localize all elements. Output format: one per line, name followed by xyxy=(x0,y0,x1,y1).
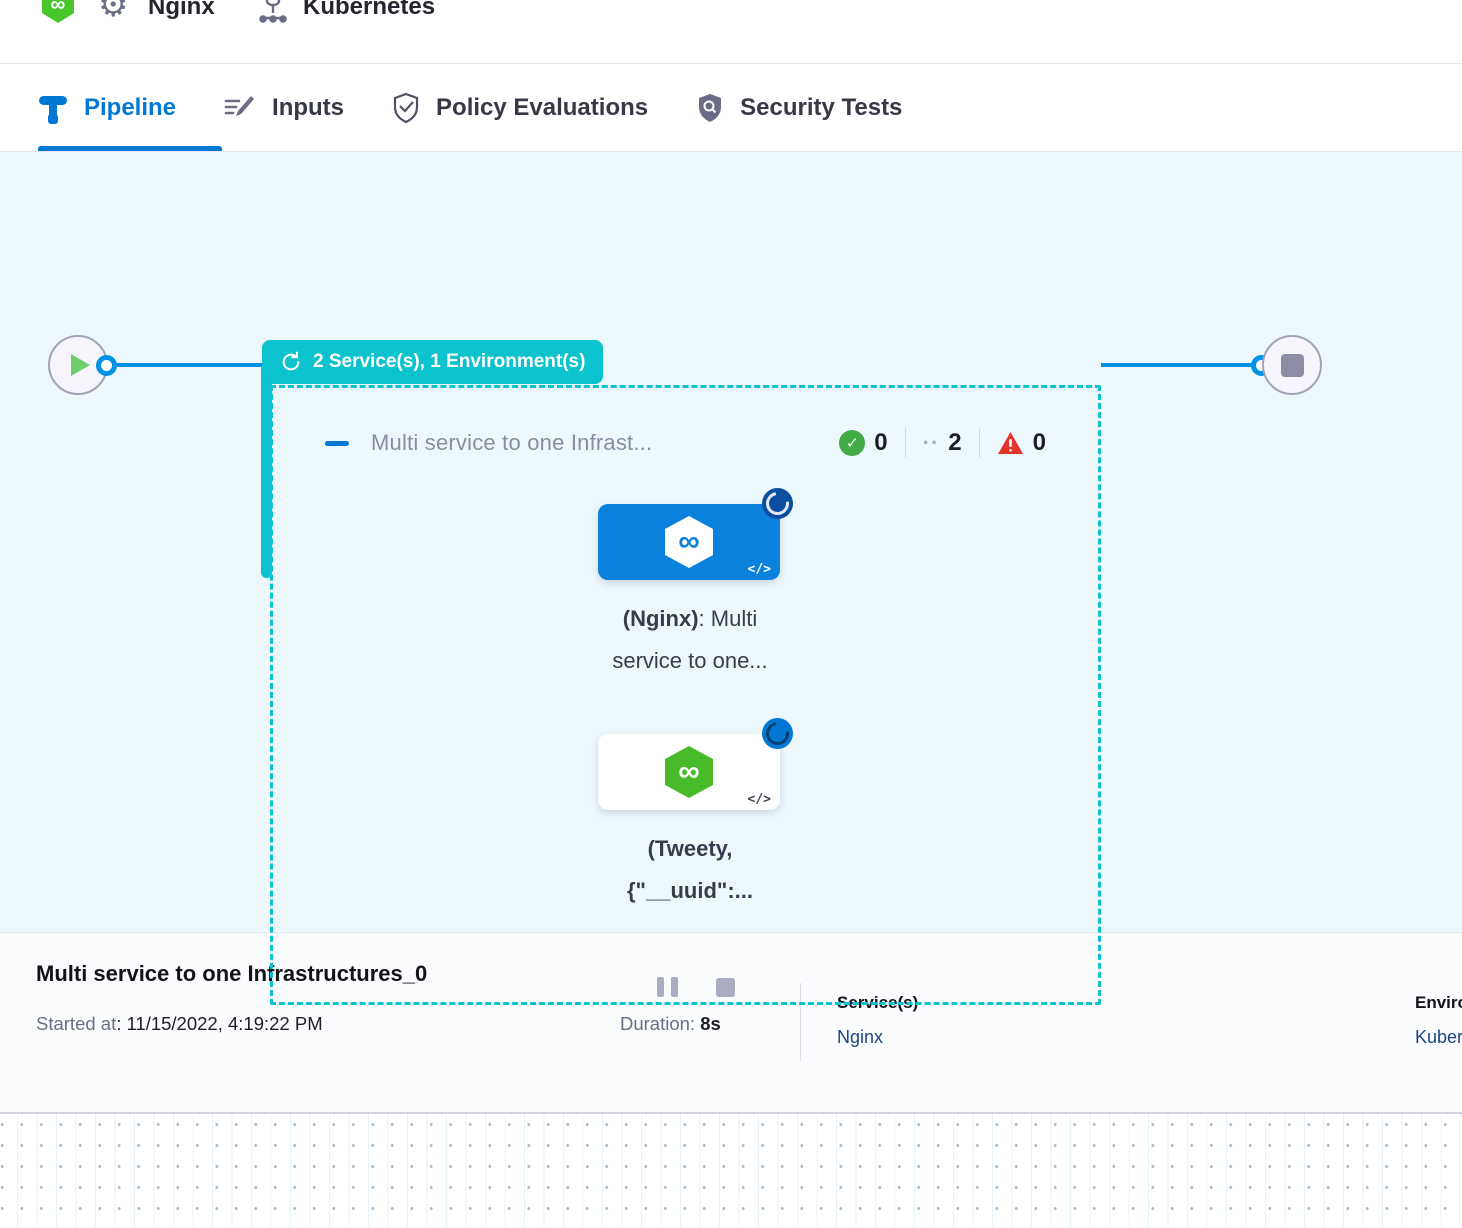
environment-name[interactable]: Kubernetes xyxy=(303,0,435,21)
environments-label: Environment(s) xyxy=(1415,993,1462,1013)
tab-security-tests[interactable]: Security Tests xyxy=(696,92,902,124)
pipeline-icon xyxy=(38,91,68,125)
gear-icon[interactable]: ⚙ xyxy=(98,0,128,22)
connector-line-left xyxy=(108,363,262,367)
services-environments-label: 2 Service(s), 1 Environment(s) xyxy=(313,351,585,373)
connector-dot-left xyxy=(96,355,117,376)
inputs-icon xyxy=(224,93,256,123)
stage-group-box[interactable]: Multi service to one Infrast... ✓ 0 ·· 2 xyxy=(270,385,1101,1005)
services-environments-badge[interactable]: 2 Service(s), 1 Environment(s) xyxy=(262,340,603,384)
pipeline-canvas[interactable]: 2 Service(s), 1 Environment(s) Multi ser… xyxy=(0,152,1462,932)
pipeline-execution-page: ∞ ⚙ Nginx Kubernetes xyxy=(0,0,1462,1228)
connector-line-right xyxy=(1101,363,1262,367)
pipeline-name[interactable]: Nginx xyxy=(148,0,215,21)
tab-bar: Pipeline Inputs xyxy=(0,64,1462,152)
harness-logo-icon: ∞ xyxy=(40,0,76,24)
shield-scan-icon xyxy=(696,92,724,124)
tab-security-tests-label: Security Tests xyxy=(740,94,902,122)
stage-accent-bar xyxy=(261,366,272,578)
failed-count: 0 xyxy=(1033,429,1046,457)
tab-policy-evaluations-label: Policy Evaluations xyxy=(436,94,648,122)
running-dots-icon: ·· xyxy=(923,430,940,456)
running-count: 2 xyxy=(948,429,961,457)
collapse-stage-button[interactable] xyxy=(325,441,349,446)
started-at: Started at: 11/15/2022, 4:19:22 PM xyxy=(36,1013,323,1035)
stage-status-counts: ✓ 0 ·· 2 0 xyxy=(839,428,1046,458)
success-check-icon: ✓ xyxy=(839,430,865,456)
services-link[interactable]: Nginx xyxy=(837,1027,883,1048)
tab-inputs[interactable]: Inputs xyxy=(224,93,344,123)
tab-pipeline[interactable]: Pipeline xyxy=(38,91,176,125)
tab-pipeline-label: Pipeline xyxy=(84,94,176,122)
step-running-spinner xyxy=(762,718,793,749)
duration: Duration: 8s xyxy=(620,1013,721,1035)
play-icon xyxy=(71,354,90,376)
stage-title[interactable]: Multi service to one Infrast... xyxy=(371,430,652,456)
active-tab-underline xyxy=(38,146,222,151)
stop-icon xyxy=(1281,354,1304,377)
cluster-icon xyxy=(258,0,288,24)
tab-inputs-label: Inputs xyxy=(272,94,344,122)
shield-check-icon xyxy=(392,92,420,124)
log-grid-area[interactable] xyxy=(0,1112,1462,1228)
step-running-spinner xyxy=(762,488,793,519)
tab-policy-evaluations[interactable]: Policy Evaluations xyxy=(392,92,648,124)
environments-link[interactable]: Kubernetes xyxy=(1415,1027,1462,1048)
success-count: 0 xyxy=(874,429,887,457)
breadcrumb: ∞ ⚙ Nginx Kubernetes xyxy=(0,0,1462,64)
svg-text:∞: ∞ xyxy=(51,0,66,16)
refresh-icon xyxy=(280,351,302,373)
end-node xyxy=(1262,335,1322,395)
warning-triangle-icon xyxy=(997,431,1024,455)
